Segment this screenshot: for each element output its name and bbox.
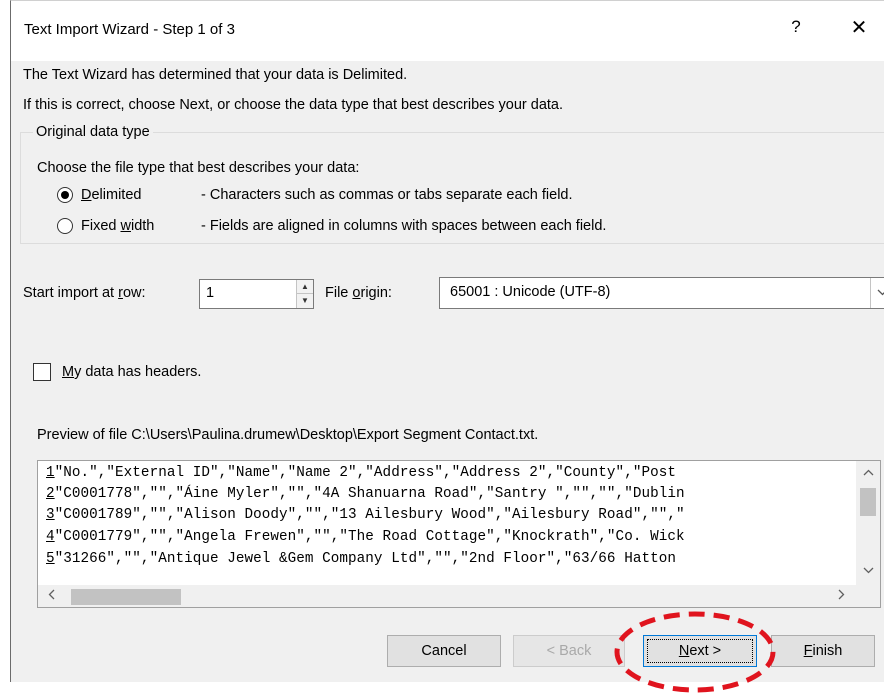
finish-button[interactable]: Finish (771, 635, 875, 667)
text-import-wizard-dialog: Text Import Wizard - Step 1 of 3 ? ✕ The… (10, 0, 884, 682)
spinner-buttons: ▲ ▼ (296, 280, 313, 308)
close-button[interactable]: ✕ (847, 15, 871, 41)
scroll-left-icon[interactable] (48, 589, 55, 603)
help-button[interactable]: ? (786, 17, 806, 41)
preview-row: 2"C0001778","","Áine Myler","","4A Shanu… (46, 486, 685, 502)
red-highlight-circle-annotation (614, 611, 776, 693)
preview-row: 5"31266","","Antique Jewel &Gem Company … (46, 551, 676, 567)
file-origin-dropdown[interactable]: 65001 : Unicode (UTF-8) (439, 277, 884, 309)
intro-text-instructions: If this is correct, choose Next, or choo… (23, 97, 564, 113)
radio-fixed-width-label[interactable]: Fixed width (81, 218, 154, 234)
radio-delimited[interactable] (57, 187, 73, 203)
scrollbar-corner (856, 585, 880, 607)
window-title: Text Import Wizard - Step 1 of 3 (24, 21, 235, 38)
preview-row: 1"No.","External ID","Name","Name 2","Ad… (46, 465, 676, 481)
scroll-right-icon[interactable] (838, 589, 845, 603)
file-preview[interactable]: 1"No.","External ID","Name","Name 2","Ad… (37, 460, 881, 608)
radio-delimited-label[interactable]: Delimited (81, 187, 141, 203)
headers-checkbox-label[interactable]: My data has headers. (62, 364, 201, 380)
group-label-original-data-type: Original data type (33, 124, 153, 140)
delimited-description: - Characters such as commas or tabs sepa… (201, 187, 573, 203)
scroll-down-icon[interactable] (860, 565, 876, 577)
cancel-button[interactable]: Cancel (387, 635, 501, 667)
scroll-up-icon[interactable] (860, 467, 876, 479)
file-origin-value: 65001 : Unicode (UTF-8) (450, 284, 611, 300)
start-row-value[interactable]: 1 (206, 285, 214, 301)
preview-caption: Preview of file C:\Users\Paulina.drumew\… (37, 427, 539, 443)
spin-down-icon[interactable]: ▼ (297, 294, 313, 308)
preview-row: 4"C0001779","","Angela Frewen","","The R… (46, 529, 685, 545)
title-bar: Text Import Wizard - Step 1 of 3 ? ✕ (11, 1, 884, 61)
horizontal-scroll-thumb[interactable] (71, 589, 181, 605)
intro-text-delimited: The Text Wizard has determined that your… (23, 67, 408, 83)
chevron-down-icon[interactable] (870, 278, 884, 308)
back-button[interactable]: < Back (513, 635, 625, 667)
spin-up-icon[interactable]: ▲ (297, 280, 313, 294)
radio-selected-dot (61, 191, 69, 199)
headers-checkbox[interactable] (33, 363, 51, 381)
file-origin-label: File origin: (325, 285, 392, 301)
vertical-scrollbar[interactable] (856, 461, 880, 585)
file-type-prompt: Choose the file type that best describes… (37, 160, 360, 176)
start-row-spinner[interactable]: 1 ▲ ▼ (199, 279, 314, 309)
start-row-label: Start import at row: (23, 285, 146, 301)
fixed-width-description: - Fields are aligned in columns with spa… (201, 218, 607, 234)
radio-fixed-width[interactable] (57, 218, 73, 234)
preview-row: 3"C0001789","","Alison Doody","","13 Ail… (46, 507, 685, 523)
vertical-scroll-thumb[interactable] (860, 488, 876, 516)
